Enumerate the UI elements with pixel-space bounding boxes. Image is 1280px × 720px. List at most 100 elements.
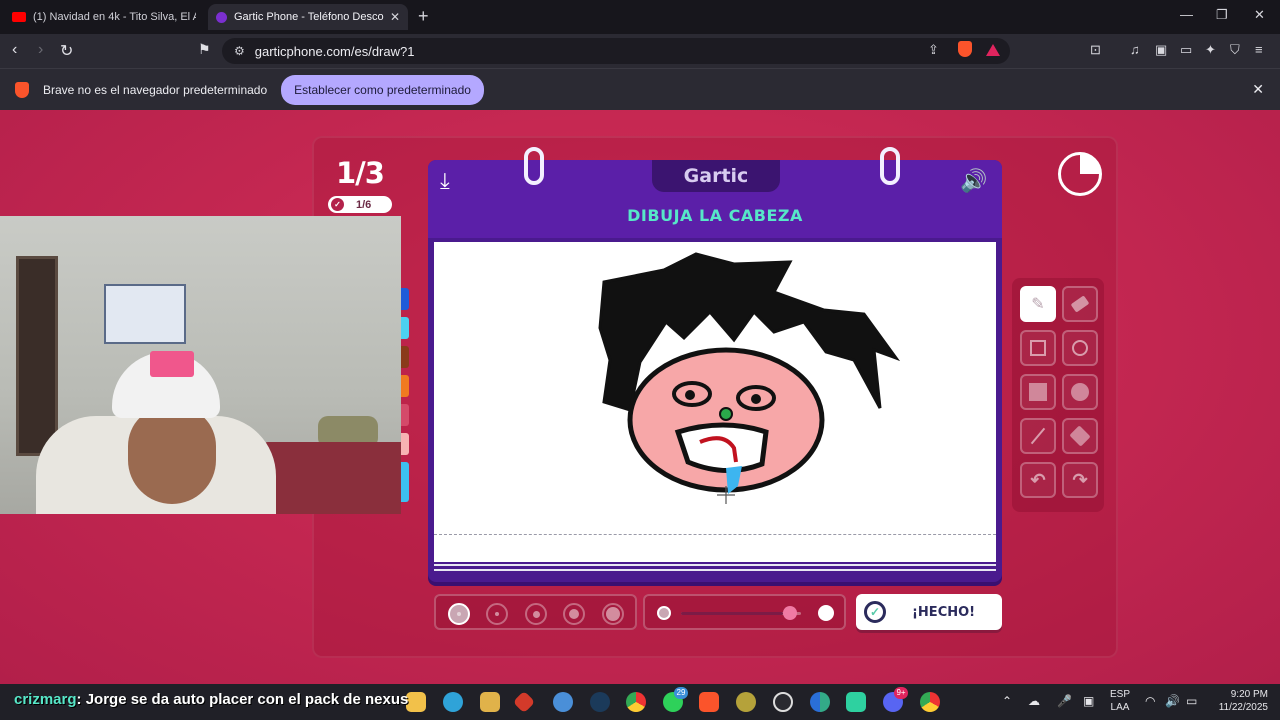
download-icon[interactable]: ⤓ bbox=[440, 168, 450, 194]
reader-mode-icon[interactable]: ⊡ bbox=[1090, 42, 1101, 58]
undo-tool[interactable]: ↶ bbox=[1020, 462, 1056, 498]
set-default-button[interactable]: Establecer como predeterminado bbox=[281, 74, 484, 105]
file-explorer-icon[interactable] bbox=[406, 692, 426, 712]
restore-icon[interactable]: ❐ bbox=[1216, 7, 1228, 23]
rectangle-filled-icon bbox=[1029, 383, 1047, 401]
chrome-icon[interactable] bbox=[626, 692, 646, 712]
palette-color[interactable] bbox=[401, 462, 409, 502]
check-icon: ✓ bbox=[864, 601, 886, 623]
redo-tool[interactable]: ↷ bbox=[1062, 462, 1098, 498]
brave-shields-icon[interactable] bbox=[958, 41, 972, 57]
volume-icon[interactable]: 🔊 bbox=[1165, 694, 1180, 708]
binder-ring bbox=[524, 147, 544, 185]
new-tab-button[interactable]: + bbox=[418, 6, 429, 27]
palette-app-icon[interactable] bbox=[553, 692, 573, 712]
close-infobar-icon[interactable]: ✕ bbox=[1252, 81, 1264, 98]
bookmark-icon[interactable]: ⚑ bbox=[198, 41, 211, 58]
chat-message: : Jorge se da auto placer con el pack de… bbox=[76, 691, 409, 708]
drawing-canvas[interactable] bbox=[434, 242, 996, 562]
palette-color[interactable] bbox=[401, 404, 409, 426]
media-icon[interactable]: ♫ bbox=[1130, 42, 1140, 57]
share-icon[interactable]: ⇪ bbox=[928, 42, 939, 58]
clock-time: 9:20 PM bbox=[1230, 689, 1268, 700]
battery-icon[interactable]: ▭ bbox=[1186, 694, 1197, 708]
keyboard-layout: LAA bbox=[1110, 702, 1130, 713]
close-tab-icon[interactable]: ✕ bbox=[390, 10, 400, 24]
webcam-poster bbox=[104, 284, 186, 344]
game-app-icon[interactable] bbox=[512, 690, 536, 714]
brush-size-4[interactable] bbox=[563, 603, 585, 625]
chrome-2-icon[interactable] bbox=[920, 692, 940, 712]
opacity-slider[interactable] bbox=[643, 594, 846, 630]
steam-icon[interactable] bbox=[590, 692, 610, 712]
fill-bucket-icon bbox=[1069, 425, 1091, 447]
reload-icon[interactable]: ↻ bbox=[60, 41, 73, 61]
microphone-icon[interactable]: 🎤 bbox=[1057, 694, 1072, 708]
webcam-person-face bbox=[128, 406, 216, 504]
chat-username: crizmarg bbox=[14, 691, 77, 708]
instruction-title: DIBUJA LA CABEZA bbox=[627, 206, 803, 225]
check-icon: ✓ bbox=[331, 198, 344, 211]
tab-bar: (1) Navidad en 4k - Tito Silva, El Alfa,… bbox=[0, 0, 1280, 34]
done-button[interactable]: ✓ ¡HECHO! bbox=[856, 594, 1002, 630]
rectangle-filled-tool[interactable] bbox=[1020, 374, 1056, 410]
display-icon[interactable]: ▣ bbox=[1083, 694, 1094, 708]
taskbar: 29 9+ crizmarg: Jorge se da auto placer … bbox=[0, 684, 1280, 720]
youtube-icon bbox=[12, 12, 26, 22]
drawing-nose bbox=[719, 407, 733, 421]
whatsapp-business-icon[interactable] bbox=[846, 692, 866, 712]
brush-size-3[interactable] bbox=[525, 603, 547, 625]
back-icon[interactable]: ‹ bbox=[12, 41, 17, 59]
leo-ai-icon[interactable]: ✦ bbox=[1205, 42, 1216, 58]
palette-color[interactable] bbox=[401, 288, 409, 310]
minimize-icon[interactable]: — bbox=[1180, 7, 1193, 22]
obs-icon[interactable] bbox=[773, 692, 793, 712]
close-window-icon[interactable]: ✕ bbox=[1254, 7, 1265, 23]
tab-gartic[interactable]: Gartic Phone - Teléfono Descomp ✕ bbox=[208, 4, 408, 30]
undo-icon: ↶ bbox=[1030, 469, 1046, 490]
palette-color[interactable] bbox=[401, 433, 409, 455]
drawing-notebook: Gartic ⤓ 🔊 DIBUJA LA CABEZA bbox=[428, 147, 1002, 582]
chrome-canary-icon[interactable] bbox=[810, 692, 830, 712]
pencil-icon: ✎ bbox=[1031, 296, 1045, 313]
palette-color[interactable] bbox=[401, 317, 409, 339]
chevron-up-icon[interactable]: ⌃ bbox=[1002, 694, 1012, 708]
cloud-icon[interactable]: ☁ bbox=[1028, 694, 1040, 708]
palette-color[interactable] bbox=[401, 346, 409, 368]
vpn-icon[interactable]: ⛉ bbox=[1230, 42, 1240, 58]
brush-size-1[interactable] bbox=[448, 603, 470, 625]
wallet-icon[interactable]: ▭ bbox=[1180, 42, 1192, 58]
palette-color[interactable] bbox=[401, 375, 409, 397]
timer-icon bbox=[1058, 152, 1102, 196]
tab-youtube[interactable]: (1) Navidad en 4k - Tito Silva, El Alfa, bbox=[4, 4, 204, 30]
language-indicator[interactable]: ESP LAA bbox=[1110, 688, 1130, 714]
eraser-tool[interactable] bbox=[1062, 286, 1098, 322]
sound-icon[interactable]: 🔊 bbox=[960, 168, 987, 194]
drawing-mouth bbox=[674, 422, 769, 474]
browser-toolbar: ‹ › ↻ ⚑ ⚙ garticphone.com/es/draw?1 bbox=[0, 34, 1280, 68]
rectangle-outline-tool[interactable] bbox=[1020, 330, 1056, 366]
sidebar-icon[interactable]: ▣ bbox=[1155, 42, 1167, 58]
circle-outline-tool[interactable] bbox=[1062, 330, 1098, 366]
site-settings-icon[interactable]: ⚙ bbox=[234, 44, 245, 58]
brush-size-2[interactable] bbox=[486, 603, 508, 625]
system-clock[interactable]: 9:20 PM 11/22/2025 bbox=[1212, 688, 1268, 714]
players-done-badge: ✓ 1/6 bbox=[328, 196, 392, 213]
circle-filled-tool[interactable] bbox=[1062, 374, 1098, 410]
fill-tool[interactable] bbox=[1062, 418, 1098, 454]
brush-size-5[interactable] bbox=[602, 603, 624, 625]
brave-icon[interactable] bbox=[699, 692, 719, 712]
menu-icon[interactable]: ≡ bbox=[1255, 42, 1263, 57]
brave-rewards-icon[interactable] bbox=[986, 44, 1000, 56]
brave-logo-icon bbox=[15, 81, 29, 98]
forward-icon[interactable]: › bbox=[38, 41, 43, 59]
pencil-tool[interactable]: ✎ bbox=[1020, 286, 1056, 322]
opacity-handle[interactable] bbox=[783, 606, 797, 620]
wifi-icon[interactable]: ◠ bbox=[1145, 694, 1155, 708]
edge-icon[interactable] bbox=[443, 692, 463, 712]
disc-app-icon[interactable] bbox=[736, 692, 756, 712]
line-tool[interactable] bbox=[1020, 418, 1056, 454]
address-bar[interactable]: ⚙ garticphone.com/es/draw?1 bbox=[222, 38, 1010, 64]
webcam-overlay bbox=[0, 216, 401, 514]
store-icon[interactable] bbox=[480, 692, 500, 712]
